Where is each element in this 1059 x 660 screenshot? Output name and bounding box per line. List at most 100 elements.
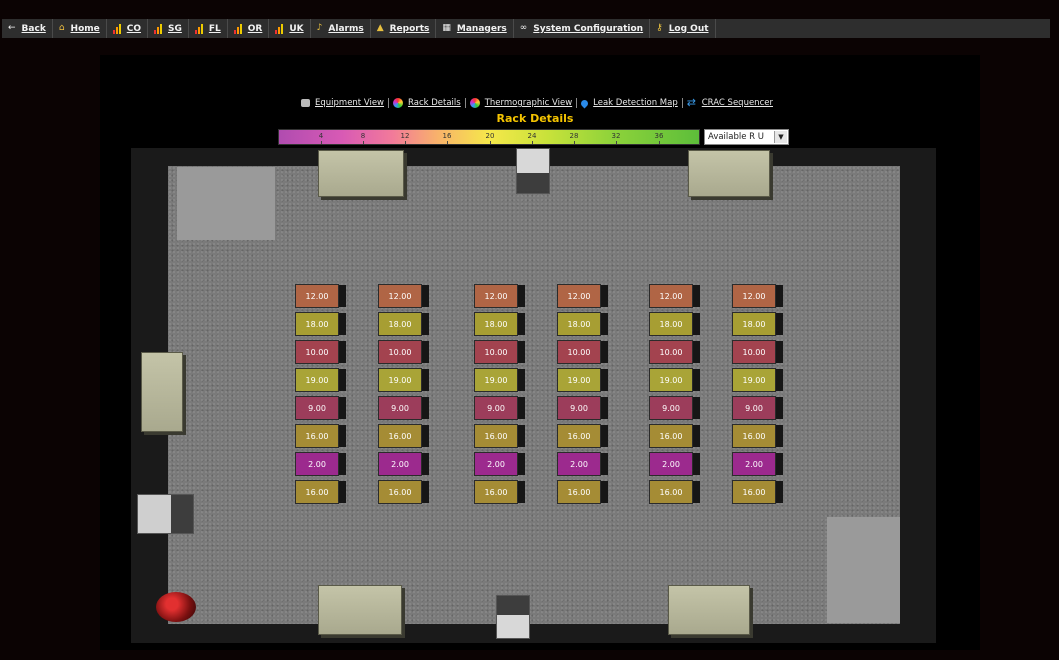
rack-row-1: 12.00 18.00 10.00 19.00 9.00 16.00 2.00 … — [295, 284, 346, 508]
rack[interactable]: 2.00 — [557, 452, 608, 476]
rack[interactable]: 12.00 — [649, 284, 700, 308]
metric-select[interactable]: Available R U ▼ — [704, 129, 789, 145]
rack[interactable]: 2.00 — [649, 452, 700, 476]
pdu-box[interactable] — [496, 595, 530, 639]
rack[interactable]: 16.00 — [295, 480, 346, 504]
rack[interactable]: 12.00 — [732, 284, 783, 308]
rack[interactable]: 18.00 — [378, 312, 429, 336]
rack[interactable]: 9.00 — [474, 396, 525, 420]
rack[interactable]: 16.00 — [474, 480, 525, 504]
subnav-leak-detection-map[interactable]: Leak Detection Map — [576, 98, 682, 108]
menu-system-configuration[interactable]: ∞ System Configuration — [514, 19, 651, 38]
pdu-box[interactable] — [137, 494, 194, 534]
rack[interactable]: 12.00 — [295, 284, 346, 308]
menu-uk[interactable]: UK — [269, 19, 311, 38]
scale-tick: 28 — [569, 132, 579, 140]
rack[interactable]: 16.00 — [557, 480, 608, 504]
rack[interactable]: 16.00 — [649, 424, 700, 448]
rack-row-5: 12.00 18.00 10.00 19.00 9.00 16.00 2.00 … — [649, 284, 700, 508]
menu-sg-label: SG — [168, 23, 182, 34]
subnav-leak-detection-map-label: Leak Detection Map — [593, 98, 678, 108]
menu-co-label: CO — [126, 23, 141, 34]
room-floor — [168, 166, 900, 624]
scale-tick-mark — [616, 141, 617, 144]
scale-tick-mark — [321, 141, 322, 144]
rack[interactable]: 9.00 — [378, 396, 429, 420]
rack[interactable]: 2.00 — [732, 452, 783, 476]
crac-unit[interactable] — [141, 352, 183, 432]
pdu-box-panel — [171, 495, 193, 533]
calendar-icon: ▦ — [442, 23, 451, 33]
subnav-thermographic-view-label: Thermographic View — [484, 98, 573, 108]
crac-unit[interactable] — [318, 585, 402, 635]
subnav-equipment-view[interactable]: Equipment View — [297, 98, 388, 108]
rack[interactable]: 10.00 — [378, 340, 429, 364]
menu-co[interactable]: CO — [107, 19, 148, 38]
menu-fl[interactable]: FL — [189, 19, 228, 38]
rack[interactable]: 12.00 — [557, 284, 608, 308]
scale-tick-mark — [659, 141, 660, 144]
rack[interactable]: 18.00 — [557, 312, 608, 336]
crac-unit[interactable] — [318, 150, 404, 197]
scale-tick-mark — [532, 141, 533, 144]
menu-managers-label: Managers — [456, 23, 507, 34]
rack[interactable]: 18.00 — [732, 312, 783, 336]
rack[interactable]: 16.00 — [732, 480, 783, 504]
pdu-box[interactable] — [516, 148, 550, 194]
rack[interactable]: 19.00 — [378, 368, 429, 392]
scale-tick: 32 — [611, 132, 621, 140]
rack-row-2: 12.00 18.00 10.00 19.00 9.00 16.00 2.00 … — [378, 284, 429, 508]
scale-tick-mark — [405, 141, 406, 144]
rack[interactable]: 10.00 — [295, 340, 346, 364]
rack[interactable]: 16.00 — [732, 424, 783, 448]
rack[interactable]: 9.00 — [295, 396, 346, 420]
rack[interactable]: 19.00 — [649, 368, 700, 392]
rack[interactable]: 16.00 — [378, 480, 429, 504]
rack[interactable]: 19.00 — [732, 368, 783, 392]
menu-or[interactable]: OR — [228, 19, 270, 38]
rack[interactable]: 12.00 — [474, 284, 525, 308]
bar-chart-icon — [112, 23, 121, 34]
scale-tick: 36 — [654, 132, 664, 140]
rack[interactable]: 19.00 — [557, 368, 608, 392]
menu-sg[interactable]: SG — [148, 19, 189, 38]
rack[interactable]: 18.00 — [649, 312, 700, 336]
menu-log-out[interactable]: ⚷ Log Out — [650, 19, 716, 38]
subnav-thermographic-view[interactable]: Thermographic View — [464, 98, 576, 108]
chevron-down-icon[interactable]: ▼ — [774, 131, 787, 143]
rack[interactable]: 10.00 — [557, 340, 608, 364]
refresh-icon: ⇄ — [686, 96, 696, 109]
menu-back[interactable]: ← Back — [2, 19, 53, 38]
rack[interactable]: 16.00 — [557, 424, 608, 448]
rack[interactable]: 10.00 — [649, 340, 700, 364]
rack[interactable]: 19.00 — [474, 368, 525, 392]
rack[interactable]: 16.00 — [474, 424, 525, 448]
rack[interactable]: 10.00 — [732, 340, 783, 364]
rack[interactable]: 19.00 — [295, 368, 346, 392]
rack[interactable]: 18.00 — [295, 312, 346, 336]
rack[interactable]: 18.00 — [474, 312, 525, 336]
subnav-rack-details[interactable]: Rack Details — [388, 98, 465, 108]
menu-reports[interactable]: ▲ Reports — [371, 19, 437, 38]
rack[interactable]: 16.00 — [295, 424, 346, 448]
fire-suppression-icon — [156, 592, 196, 622]
crac-unit[interactable] — [668, 585, 750, 635]
menu-alarms[interactable]: ♪ Alarms — [311, 19, 371, 38]
bar-chart-icon — [194, 23, 203, 34]
rack[interactable]: 9.00 — [649, 396, 700, 420]
rack[interactable]: 2.00 — [295, 452, 346, 476]
menu-managers[interactable]: ▦ Managers — [436, 19, 514, 38]
rack[interactable]: 10.00 — [474, 340, 525, 364]
rack[interactable]: 16.00 — [649, 480, 700, 504]
rack[interactable]: 12.00 — [378, 284, 429, 308]
rack[interactable]: 2.00 — [474, 452, 525, 476]
subnav-crac-sequencer[interactable]: ⇄ CRAC Sequencer — [681, 96, 777, 109]
menu-home[interactable]: ⌂ Home — [53, 19, 107, 38]
rack[interactable]: 16.00 — [378, 424, 429, 448]
rack[interactable]: 2.00 — [378, 452, 429, 476]
rack[interactable]: 9.00 — [557, 396, 608, 420]
crac-unit[interactable] — [688, 150, 770, 197]
key-icon: ⚷ — [656, 23, 663, 33]
menu-or-label: OR — [247, 23, 263, 34]
rack[interactable]: 9.00 — [732, 396, 783, 420]
